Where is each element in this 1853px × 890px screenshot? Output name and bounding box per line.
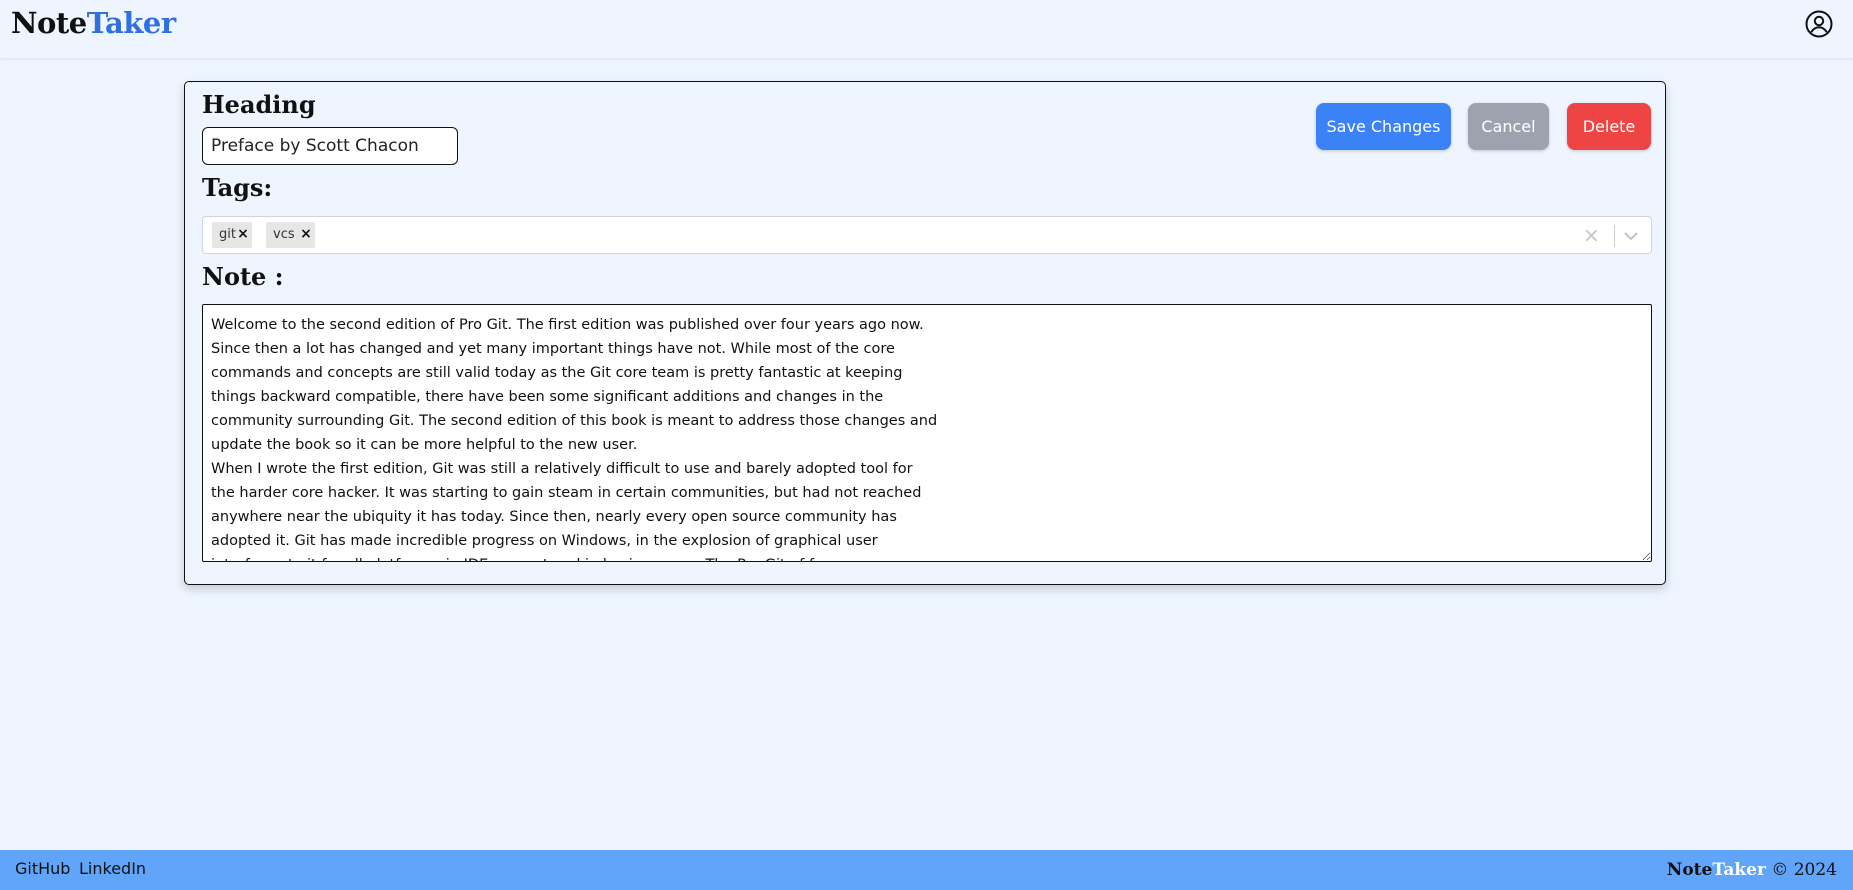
tag-label: git <box>219 227 236 242</box>
remove-tag-icon[interactable]: × <box>299 226 313 242</box>
tag-chip-vcs: vcs × <box>266 222 315 248</box>
note-label: Note : <box>202 262 284 291</box>
cancel-button[interactable]: Cancel <box>1468 103 1549 150</box>
note-textarea[interactable]: Welcome to the second edition of Pro Git… <box>202 304 1652 562</box>
heading-input[interactable] <box>202 127 458 165</box>
brand-logo[interactable]: NoteTaker <box>11 6 176 40</box>
tag-chip-git: git × <box>212 222 252 248</box>
delete-button[interactable]: Delete <box>1567 103 1651 150</box>
tags-label: Tags: <box>202 173 273 202</box>
save-changes-button[interactable]: Save Changes <box>1316 103 1451 150</box>
brand-taker: Taker <box>86 6 176 40</box>
top-navbar: NoteTaker <box>0 0 1853 59</box>
footer-copyright: © 2024 <box>1771 860 1837 880</box>
footer-link-github[interactable]: GitHub <box>15 859 70 878</box>
clear-tags-icon[interactable]: × <box>1583 223 1600 247</box>
chevron-down-icon[interactable] <box>1621 227 1641 245</box>
user-account-button[interactable] <box>1805 10 1833 38</box>
footer-brand: NoteTaker © 2024 <box>1667 860 1837 880</box>
footer-link-linkedin[interactable]: LinkedIn <box>79 859 146 878</box>
heading-label: Heading <box>202 90 316 119</box>
footer-brand-note: Note <box>1666 860 1713 880</box>
footer-brand-taker: Taker <box>1712 860 1766 880</box>
footer: GitHub LinkedIn NoteTaker © 2024 <box>0 850 1853 890</box>
indicator-separator <box>1614 225 1615 247</box>
brand-note: Note <box>11 6 87 40</box>
remove-tag-icon[interactable]: × <box>236 226 250 242</box>
note-edit-card: Heading Save Changes Cancel Delete Tags:… <box>184 81 1666 585</box>
tag-label: vcs <box>273 227 295 242</box>
user-circle-icon <box>1805 10 1833 38</box>
tags-multiselect[interactable]: git × vcs × × <box>202 216 1652 254</box>
